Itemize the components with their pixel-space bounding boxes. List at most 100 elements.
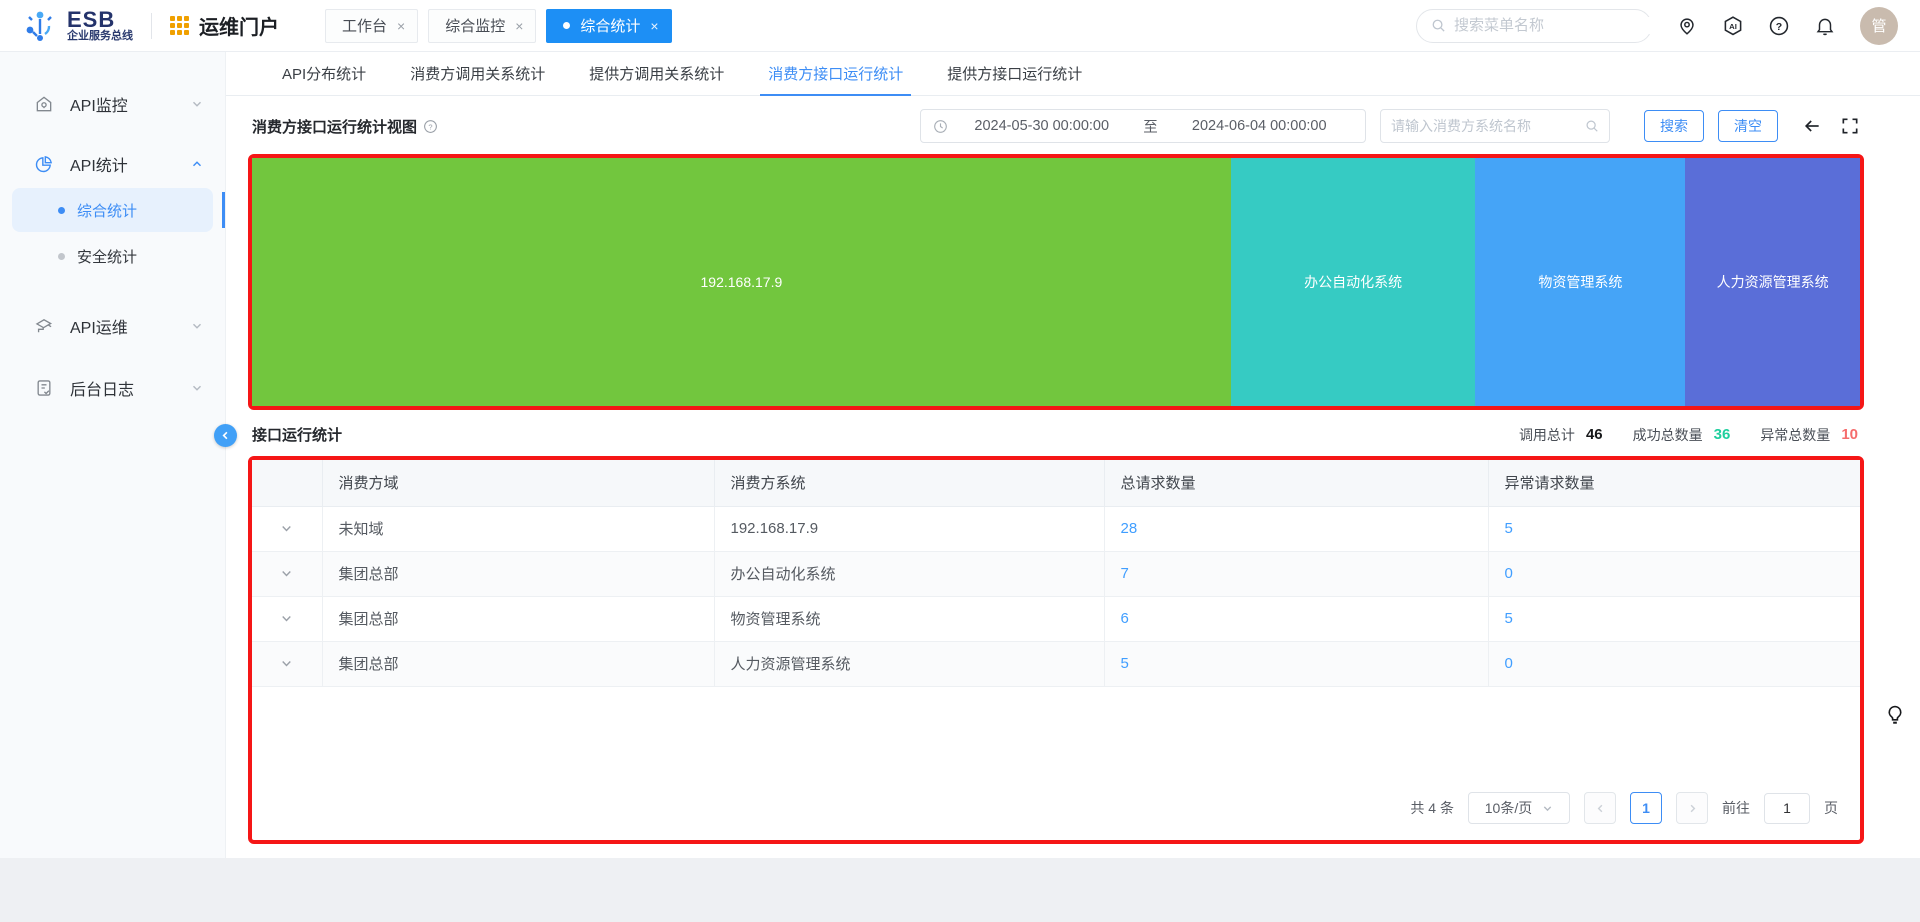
page-size-select[interactable]: 10条/页 — [1468, 792, 1570, 824]
cell-consumer-domain: 集团总部 — [322, 641, 714, 686]
row-expand-icon[interactable] — [280, 522, 293, 535]
close-icon[interactable]: × — [397, 18, 405, 34]
content-tab-bar: API分布统计 消费方调用关系统计 提供方调用关系统计 消费方接口运行统计 提供… — [226, 52, 1920, 96]
window-tab-label: 综合监控 — [445, 15, 505, 36]
sidebar-item-label: 后台日志 — [70, 376, 191, 400]
table-header-row: 消费方域 消费方系统 总请求数量 异常请求数量 — [252, 460, 1860, 506]
cell-consumer-domain: 集团总部 — [322, 596, 714, 641]
search-button[interactable]: 搜索 — [1644, 110, 1704, 142]
error-requests-link[interactable]: 0 — [1505, 565, 1513, 582]
total-requests-link[interactable]: 6 — [1121, 610, 1129, 627]
row-expand-icon[interactable] — [280, 612, 293, 625]
pie-chart-icon — [34, 154, 54, 174]
window-tab-bar: 工作台 × 综合监控 × 综合统计 × — [325, 9, 672, 43]
cctv-camera-icon — [34, 316, 54, 336]
sidebar-item-security-statistics[interactable]: 安全统计 — [12, 234, 213, 278]
date-separator: 至 — [1136, 116, 1166, 137]
error-requests-link[interactable]: 5 — [1505, 610, 1513, 627]
table-row: 集团总部 物资管理系统 6 5 — [252, 596, 1860, 641]
logo-subtitle: 企业服务总线 — [67, 31, 133, 43]
user-avatar[interactable]: 管 — [1860, 7, 1898, 45]
help-icon[interactable]: ? — [1768, 15, 1790, 37]
total-requests-link[interactable]: 5 — [1121, 655, 1129, 672]
sidebar-collapse-button[interactable] — [214, 424, 237, 447]
stat-label: 异常总数量 — [1760, 425, 1830, 445]
chevron-down-icon — [1542, 803, 1553, 814]
menu-search-input[interactable] — [1454, 17, 1653, 34]
portal-home[interactable]: 运维门户 — [170, 11, 279, 40]
grid-icon — [170, 16, 189, 35]
esb-logo: ESB 企业服务总线 — [22, 8, 133, 44]
sidebar-item-api-statistics[interactable]: API统计 — [0, 142, 225, 186]
error-requests-link[interactable]: 0 — [1505, 655, 1513, 672]
date-end: 2024-06-04 00:00:00 — [1166, 118, 1354, 134]
goto-page-input[interactable] — [1764, 793, 1810, 824]
fullscreen-icon[interactable] — [1840, 116, 1860, 136]
prev-page-button[interactable] — [1584, 792, 1616, 824]
treemap-block[interactable]: 人力资源管理系统 — [1685, 158, 1860, 406]
window-tab-statistics-active[interactable]: 综合统计 × — [546, 9, 671, 43]
search-icon — [1585, 119, 1599, 133]
treemap-block[interactable]: 办公自动化系统 — [1231, 158, 1476, 406]
bell-icon[interactable] — [1814, 15, 1836, 37]
esb-logo-icon — [22, 8, 58, 44]
menu-dot — [58, 253, 65, 260]
column-header: 消费方系统 — [714, 460, 1104, 506]
close-icon[interactable]: × — [650, 18, 658, 34]
sidebar-subitem-label: 安全统计 — [77, 246, 137, 267]
view-title: 消费方接口运行统计视图 — [252, 116, 417, 137]
current-page-button[interactable]: 1 — [1630, 792, 1662, 824]
consumer-system-search[interactable] — [1380, 109, 1610, 143]
sidebar-item-api-monitor[interactable]: API监控 — [0, 82, 225, 126]
tab-provider-interface-stats[interactable]: 提供方接口运行统计 — [947, 52, 1082, 95]
annotation-box-table: 消费方域 消费方系统 总请求数量 异常请求数量 未知域 192.168.17.9… — [248, 456, 1864, 844]
ai-assistant-icon[interactable]: AI — [1722, 15, 1744, 37]
active-indicator-bar — [222, 192, 225, 228]
sidebar-item-label: API统计 — [70, 152, 191, 176]
active-dot — [563, 22, 570, 29]
treemap-block[interactable]: 192.168.17.9 — [252, 158, 1231, 406]
error-requests-link[interactable]: 5 — [1505, 520, 1513, 537]
total-requests-link[interactable]: 7 — [1121, 565, 1129, 582]
tab-api-distribution[interactable]: API分布统计 — [282, 52, 366, 95]
row-expand-icon[interactable] — [280, 567, 293, 580]
menu-dot — [58, 207, 65, 214]
info-icon-glyph: ? — [428, 122, 432, 131]
sidebar-item-backend-logs[interactable]: 后台日志 — [0, 366, 225, 410]
total-requests-link[interactable]: 28 — [1121, 520, 1138, 537]
top-header: ESB 企业服务总线 运维门户 工作台 × 综合监控 × 综合统计 × — [0, 0, 1920, 52]
avatar-glyph: 管 — [1871, 15, 1886, 36]
treemap-block[interactable]: 物资管理系统 — [1475, 158, 1685, 406]
next-page-button[interactable] — [1676, 792, 1708, 824]
cell-consumer-system: 192.168.17.9 — [714, 506, 1104, 551]
table-row: 未知域 192.168.17.9 28 5 — [252, 506, 1860, 551]
clock-icon — [933, 119, 948, 134]
tab-consumer-call-relations[interactable]: 消费方调用关系统计 — [410, 52, 545, 95]
header-divider — [151, 13, 152, 39]
clear-button[interactable]: 清空 — [1718, 110, 1778, 142]
expand-column-header — [252, 460, 322, 506]
window-tab-label: 工作台 — [342, 15, 387, 36]
window-tab-monitor[interactable]: 综合监控 × — [428, 9, 536, 43]
window-tab-workbench[interactable]: 工作台 × — [325, 9, 418, 43]
info-icon[interactable]: ? — [423, 119, 438, 134]
column-header: 总请求数量 — [1104, 460, 1488, 506]
home-camera-icon — [34, 94, 54, 114]
stat-total-calls: 调用总计 46 — [1519, 425, 1603, 445]
back-arrow-icon[interactable] — [1802, 116, 1822, 136]
log-document-icon — [34, 378, 54, 398]
row-expand-icon[interactable] — [280, 657, 293, 670]
chevron-right-icon — [1687, 803, 1698, 814]
date-range-picker[interactable]: 2024-05-30 00:00:00 至 2024-06-04 00:00:0… — [920, 109, 1366, 143]
table-empty-space — [252, 687, 1860, 793]
sidebar-item-composite-statistics[interactable]: 综合统计 — [12, 188, 213, 232]
close-icon[interactable]: × — [515, 18, 523, 34]
tab-provider-call-relations[interactable]: 提供方调用关系统计 — [589, 52, 724, 95]
sidebar-item-api-operations[interactable]: API运维 — [0, 304, 225, 348]
location-icon[interactable] — [1676, 15, 1698, 37]
tab-consumer-interface-stats[interactable]: 消费方接口运行统计 — [768, 52, 903, 95]
pagination: 共 4 条 10条/页 1 前往 页 — [252, 792, 1860, 840]
menu-search[interactable] — [1416, 9, 1652, 43]
lightbulb-icon[interactable] — [1884, 704, 1906, 726]
consumer-system-input[interactable] — [1391, 118, 1585, 134]
